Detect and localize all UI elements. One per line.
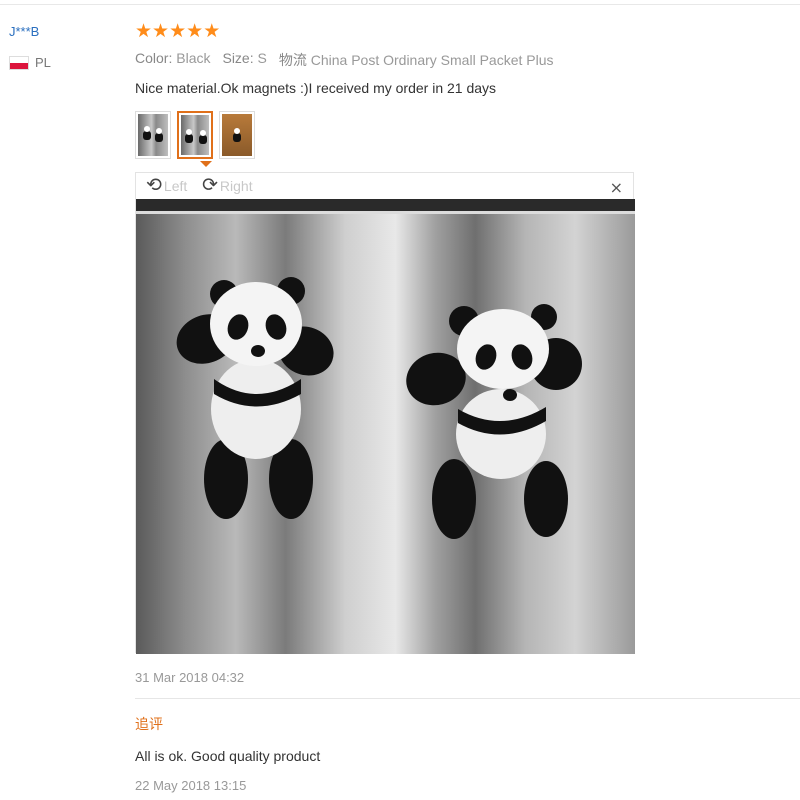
followup-text: All is ok. Good quality product bbox=[135, 748, 321, 764]
followup-date: 22 May 2018 13:15 bbox=[135, 778, 247, 793]
color-attribute: Color: Black bbox=[135, 50, 211, 66]
review-date: 31 Mar 2018 04:32 bbox=[135, 670, 245, 685]
star-icon: ★ bbox=[186, 20, 204, 42]
star-icon: ★ bbox=[203, 20, 221, 42]
star-rating: ★ ★ ★ ★ ★ bbox=[135, 20, 220, 42]
followup-label: 追评 bbox=[135, 717, 163, 733]
star-icon: ★ bbox=[152, 20, 170, 42]
panda-magnet-left bbox=[176, 277, 334, 519]
review-text: Nice material.Ok magnets :)I received my… bbox=[135, 80, 497, 96]
review-thumbnail[interactable] bbox=[219, 111, 255, 159]
review-thumbnail-selected[interactable] bbox=[177, 111, 213, 159]
reviewer-name[interactable]: J***B bbox=[9, 24, 39, 39]
close-icon[interactable]: × bbox=[610, 178, 623, 197]
image-viewer: ⟲ Left ⟳ Right × bbox=[135, 172, 635, 654]
star-icon: ★ bbox=[169, 20, 187, 42]
poland-flag-icon bbox=[9, 55, 29, 70]
country-code: PL bbox=[35, 55, 51, 70]
rotate-left-icon: ⟲ bbox=[146, 174, 162, 196]
rotate-right-button[interactable]: ⟳ Right bbox=[202, 176, 253, 195]
panda-magnet-right bbox=[406, 304, 582, 539]
review-thumbnails bbox=[135, 111, 255, 159]
size-attribute: Size: S bbox=[222, 50, 267, 66]
review-thumbnail[interactable] bbox=[135, 111, 171, 159]
reviewer-country: PL bbox=[9, 55, 51, 70]
order-attributes: Color: Black Size: S 物流 China Post Ordin… bbox=[135, 50, 554, 70]
viewer-toolbar: ⟲ Left ⟳ Right × bbox=[136, 173, 633, 199]
top-divider bbox=[0, 4, 800, 5]
review-photo bbox=[136, 199, 635, 654]
selected-thumbnail-caret bbox=[200, 161, 212, 167]
review-divider bbox=[135, 698, 800, 699]
shipping-attribute: 物流 China Post Ordinary Small Packet Plus bbox=[278, 52, 554, 69]
rotate-right-icon: ⟳ bbox=[202, 174, 218, 196]
rotate-left-button[interactable]: ⟲ Left bbox=[146, 176, 187, 195]
star-icon: ★ bbox=[135, 20, 153, 42]
